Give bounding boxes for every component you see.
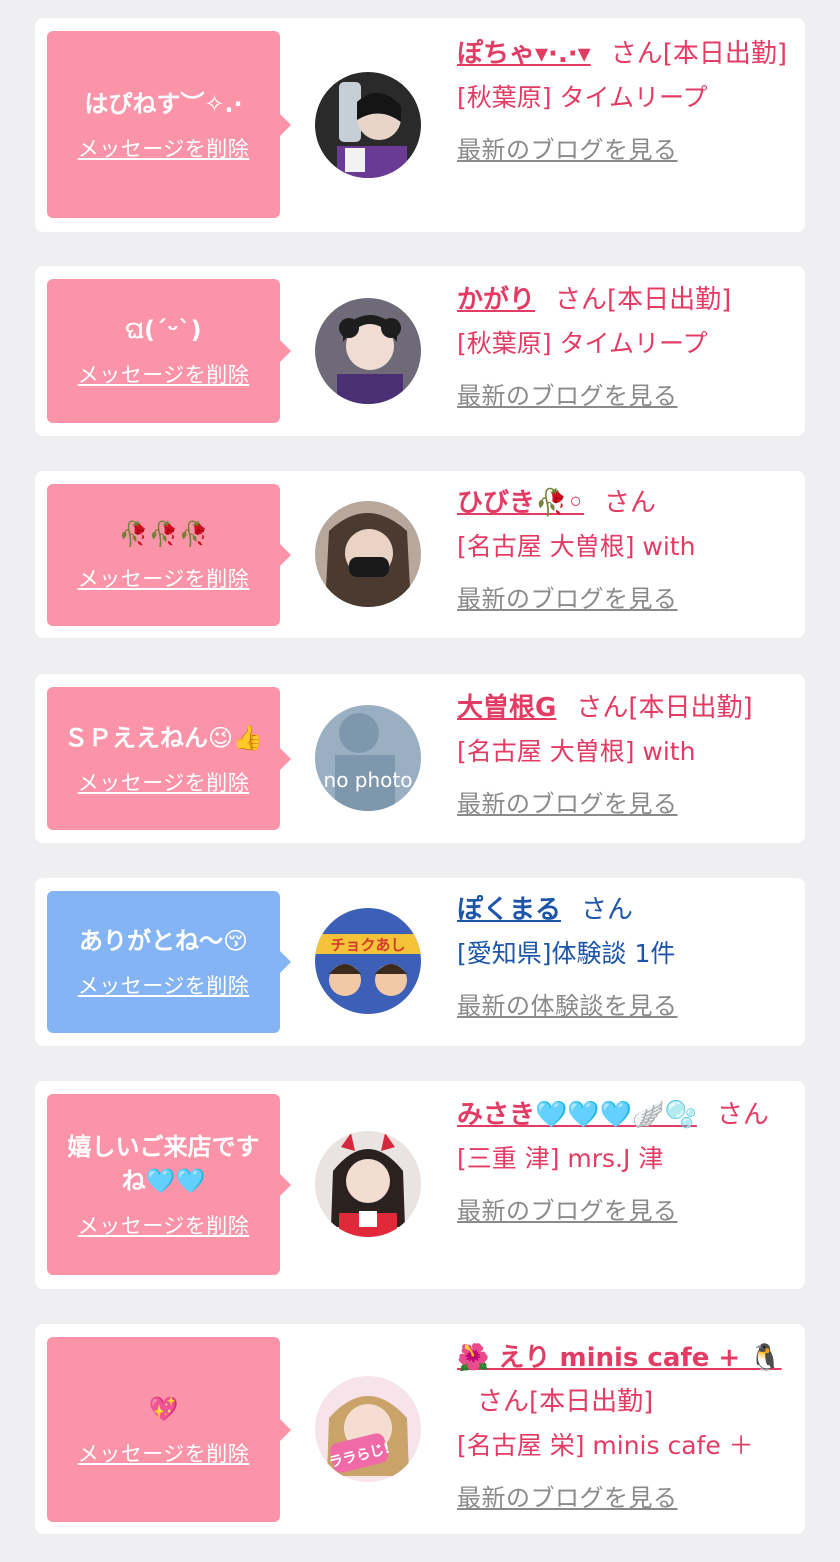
list-item: ଘ(ˊᵕˋ) メッセージを削除 かがり さん[本日出勤] [秋葉原] タイムリープ… [35, 266, 805, 436]
message-bubble: 🥀🥀🥀 メッセージを削除 [47, 484, 291, 626]
list-item: 💖 メッセージを削除 ララらじ! 🌺 えり minis cafe + 🐧 さん[本… [35, 1324, 805, 1534]
latest-blog-link[interactable]: 最新のブログを見る [457, 376, 789, 411]
item-info: ひびき🥀◦ さん [名古屋 大曽根] with 最新のブログを見る [457, 481, 789, 614]
item-info: ぽちゃ▾·.·▾ さん[本日出勤] [秋葉原] タイムリープ 最新のブログを見る [457, 32, 789, 165]
honorific: さん [581, 895, 634, 925]
avatar[interactable] [315, 501, 421, 607]
shop-text: [秋葉原] タイムリープ [457, 83, 708, 112]
avatar[interactable] [315, 298, 421, 404]
message-text: ଘ(ˊᵕˋ) [125, 316, 202, 344]
delete-message-link[interactable]: メッセージを削除 [78, 767, 250, 797]
list-item: ありがとね〜😚 メッセージを削除 チョクあし ぽくまる さん [愛知県]体験談 1… [35, 878, 805, 1046]
honorific: さん [576, 693, 629, 723]
honorific: さん [555, 285, 608, 315]
name-link[interactable]: ひびき🥀◦ [457, 488, 584, 518]
message-bubble: 嬉しいご来店ですね🩵🩵 メッセージを削除 [47, 1094, 291, 1275]
shop-text: [秋葉原] タイムリープ [457, 329, 708, 358]
item-info: 🌺 えり minis cafe + 🐧 さん[本日出勤] [名古屋 栄] mini… [457, 1336, 789, 1513]
name-link[interactable]: ぽちゃ▾·.·▾ [457, 39, 591, 69]
latest-blog-link[interactable]: 最新のブログを見る [457, 130, 789, 165]
message-bubble: ＳＰええねん😉👍 メッセージを削除 [47, 687, 291, 830]
delete-message-link[interactable]: メッセージを削除 [78, 1438, 250, 1468]
delete-message-link[interactable]: メッセージを削除 [78, 563, 250, 593]
message-text: 🥀🥀🥀 [118, 520, 209, 548]
delete-message-link[interactable]: メッセージを削除 [78, 133, 250, 163]
item-info: かがり さん[本日出勤] [秋葉原] タイムリープ 最新のブログを見る [457, 278, 789, 411]
shop-text: [名古屋 大曽根] with [457, 532, 696, 561]
latest-blog-link[interactable]: 最新のブログを見る [457, 1478, 789, 1513]
message-text: ありがとね〜😚 [78, 927, 249, 955]
latest-blog-link[interactable]: 最新のブログを見る [457, 1191, 789, 1226]
latest-review-link[interactable]: 最新の体験談を見る [457, 986, 789, 1021]
honorific: さん [610, 39, 663, 69]
no-photo-text: no photo [324, 768, 413, 792]
name-link[interactable]: ぽくまる [457, 895, 561, 925]
avatar[interactable] [315, 72, 421, 178]
shop-text: [名古屋 栄] minis cafe ＋ [457, 1431, 754, 1460]
name-link[interactable]: みさき🩵🩵🩵🪽🫧 [457, 1100, 697, 1130]
list-item: 嬉しいご来店ですね🩵🩵 メッセージを削除 みさき🩵🩵🩵🪽🫧 さん [三重 津] m… [35, 1081, 805, 1289]
avatar[interactable]: チョクあし [315, 908, 421, 1014]
message-list: はぴねす︶✧.· メッセージを削除 ぽちゃ▾·.·▾ さん[本日出勤] [秋葉原]… [0, 0, 840, 1562]
shop-text: [名古屋 大曽根] with [457, 737, 696, 766]
latest-blog-link[interactable]: 最新のブログを見る [457, 784, 789, 819]
honorific: さん [604, 488, 657, 518]
delete-message-link[interactable]: メッセージを削除 [78, 359, 250, 389]
list-item: はぴねす︶✧.· メッセージを削除 ぽちゃ▾·.·▾ さん[本日出勤] [秋葉原]… [35, 18, 805, 232]
shop-text: [愛知県]体験談 1件 [457, 939, 676, 968]
list-item: ＳＰええねん😉👍 メッセージを削除 no photo 大曽根G さん[本日出勤] … [35, 674, 805, 843]
status-text: [本日出勤] [662, 39, 788, 69]
avatar[interactable]: ララらじ! [315, 1376, 421, 1482]
status-text: [本日出勤] [607, 285, 732, 315]
message-text: はぴねす︶✧.· [84, 89, 243, 118]
delete-message-link[interactable]: メッセージを削除 [78, 970, 250, 1000]
list-item: 🥀🥀🥀 メッセージを削除 ひびき🥀◦ さん [名古屋 大曽根] with 最新のブ… [35, 471, 805, 638]
shop-text: [三重 津] mrs.J 津 [457, 1144, 664, 1173]
message-bubble: ଘ(ˊᵕˋ) メッセージを削除 [47, 279, 291, 423]
item-info: みさき🩵🩵🩵🪽🫧 さん [三重 津] mrs.J 津 最新のブログを見る [457, 1093, 789, 1226]
message-bubble: ありがとね〜😚 メッセージを削除 [47, 891, 291, 1033]
svg-text:チョクあし: チョクあし [330, 936, 405, 954]
item-info: ぽくまる さん [愛知県]体験談 1件 最新の体験談を見る [457, 888, 789, 1021]
status-text: [本日出勤] [529, 1387, 654, 1417]
status-text: [本日出勤] [628, 693, 753, 723]
honorific: さん [477, 1387, 530, 1417]
name-link[interactable]: 🌺 えり minis cafe + 🐧 [457, 1343, 782, 1373]
delete-message-link[interactable]: メッセージを削除 [78, 1210, 250, 1240]
message-bubble: はぴねす︶✧.· メッセージを削除 [47, 31, 291, 218]
message-text: ＳＰええねん😉👍 [64, 723, 263, 752]
item-info: 大曽根G さん[本日出勤] [名古屋 大曽根] with 最新のブログを見る [457, 686, 789, 819]
message-text: 嬉しいご来店ですね🩵🩵 [67, 1132, 260, 1195]
name-link[interactable]: かがり [457, 285, 535, 315]
avatar[interactable]: no photo [315, 705, 421, 811]
message-text: 💖 [148, 1394, 179, 1423]
honorific: さん [716, 1100, 769, 1130]
avatar[interactable] [315, 1131, 421, 1237]
name-link[interactable]: 大曽根G [457, 693, 556, 723]
latest-blog-link[interactable]: 最新のブログを見る [457, 579, 789, 614]
message-bubble: 💖 メッセージを削除 [47, 1337, 291, 1522]
